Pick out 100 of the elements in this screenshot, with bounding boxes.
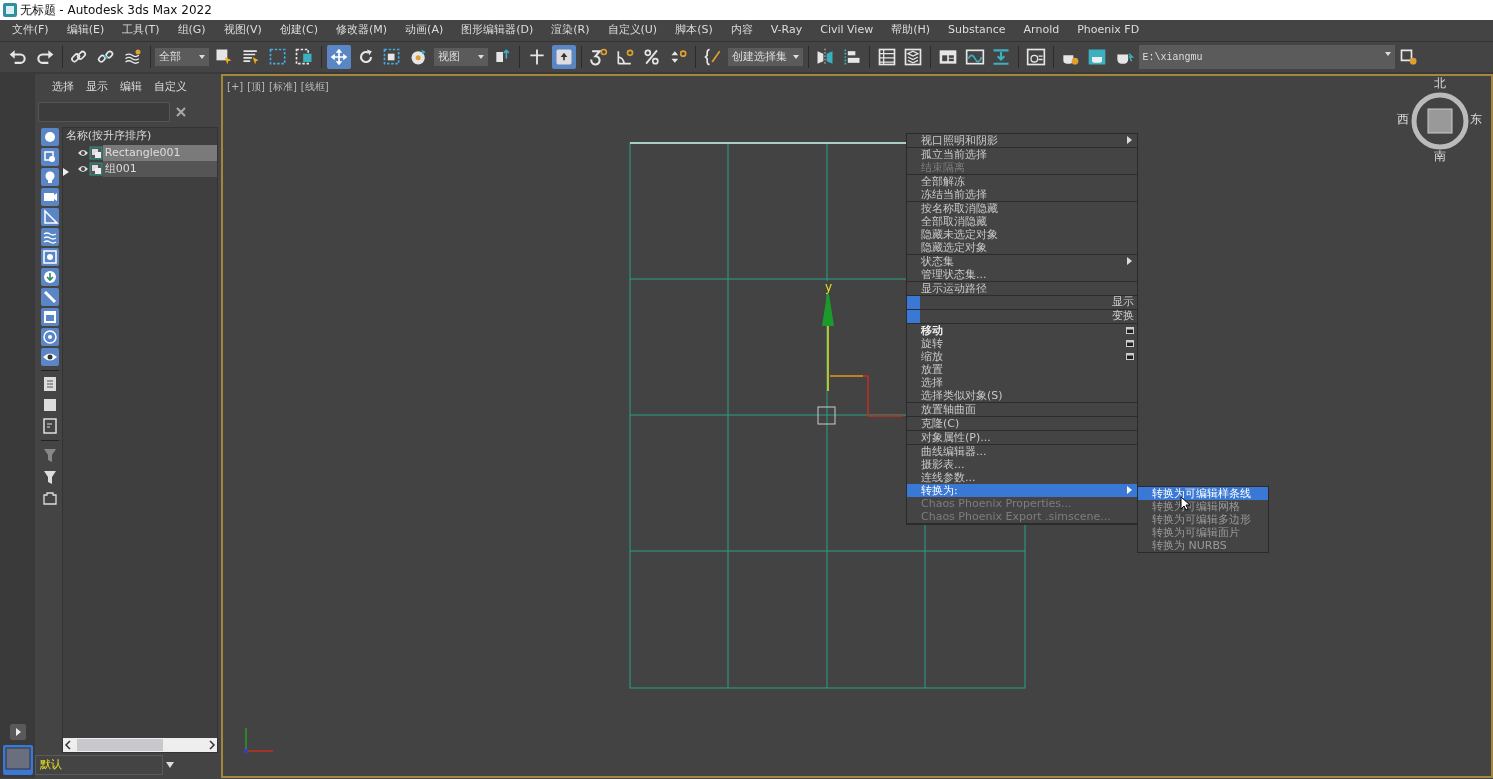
document-icon[interactable] (42, 376, 57, 393)
explorer-tab[interactable]: 选择 (46, 78, 80, 96)
column-header[interactable]: 名称(按升序排序) (62, 127, 218, 145)
shapes-icon[interactable] (40, 147, 59, 166)
layer-thumbnail[interactable] (2, 745, 33, 776)
menu-item[interactable]: 冻结当前选择 (907, 188, 1137, 201)
bulb-icon[interactable] (40, 167, 59, 186)
play-button[interactable] (9, 723, 26, 740)
menu-item[interactable]: 转换为 NURBS (1138, 539, 1268, 552)
window-icon[interactable] (40, 307, 59, 326)
menu-item[interactable]: 转换为可编辑样条线 (1138, 487, 1268, 500)
move-icon[interactable] (326, 45, 351, 69)
viewport-label[interactable]: [顶] (245, 79, 267, 94)
snowflake-icon[interactable] (40, 327, 59, 346)
menu-item[interactable]: 内容 (721, 22, 762, 39)
scroll-left-icon[interactable] (62, 739, 73, 750)
explorer-tab[interactable]: 编辑 (114, 78, 148, 96)
viewport-label[interactable]: [标准] (267, 79, 299, 94)
search-field[interactable] (37, 102, 170, 122)
menu-item[interactable]: 状态集 (907, 255, 1137, 268)
menu-item[interactable]: 曲线编辑器... (907, 445, 1137, 458)
menu-item[interactable]: 缩放 (907, 350, 1137, 363)
menu-item[interactable]: 创建(C) (270, 22, 327, 39)
dropdown[interactable]: 全部 (155, 48, 210, 66)
menu-item[interactable]: 工具(T) (113, 22, 169, 39)
scrollbar-thumb[interactable] (76, 738, 163, 751)
menu-item[interactable]: 修改器(M) (327, 22, 397, 39)
menu-item[interactable]: Civil View (811, 22, 883, 39)
caret-icon[interactable] (165, 762, 174, 769)
menu-item[interactable]: 移动 (907, 324, 1137, 337)
menu-item[interactable]: 隐藏选定对象 (907, 241, 1137, 254)
menu-item[interactable]: 管理状态集... (907, 268, 1137, 281)
brush-icon[interactable] (40, 287, 59, 306)
menu-item[interactable]: 克隆(C) (907, 417, 1137, 430)
scroll-right-icon[interactable] (207, 739, 218, 750)
object-icon (88, 161, 103, 176)
menu-item[interactable]: 文件(F) (2, 22, 58, 39)
menu-item[interactable]: 转换为可编辑多边形 (1138, 513, 1268, 526)
filter-icon[interactable] (42, 468, 57, 485)
menu-item[interactable]: 图形编辑器(D) (452, 22, 543, 39)
horizontal-scrollbar[interactable] (62, 737, 218, 752)
menu-item[interactable]: 组(G) (168, 22, 215, 39)
camera-icon[interactable] (40, 187, 59, 206)
menu-item[interactable]: 脚本(S) (666, 22, 722, 39)
expand-arrow-icon[interactable] (62, 167, 69, 176)
compass-label: 北 (1434, 77, 1446, 91)
option-box-icon[interactable] (1126, 353, 1134, 360)
menu-item[interactable]: 孤立当前选择 (907, 148, 1137, 161)
menu-item[interactable]: Arnold (1014, 22, 1069, 39)
menu-item[interactable]: 放置 (907, 363, 1137, 376)
menu-item[interactable]: Phoenix FD (1068, 22, 1149, 39)
menu-item[interactable]: V-Ray (761, 22, 812, 39)
menu-item[interactable]: 旋转 (907, 337, 1137, 350)
menu-item[interactable]: 编辑(E) (57, 22, 114, 39)
viewport-label[interactable]: [线框] (298, 79, 331, 94)
dropdown[interactable]: 创建选择集 (727, 48, 803, 66)
menu-item[interactable]: 视图(V) (214, 22, 271, 39)
eye-icon[interactable] (76, 147, 89, 158)
path-dropdown[interactable]: E:\xiangmu (1138, 45, 1395, 69)
view-cube[interactable] (1411, 92, 1469, 150)
menu-item[interactable]: 隐藏未选定对象 (907, 228, 1137, 241)
close-icon[interactable] (175, 106, 188, 118)
menu-section-header: 显示 (1112, 294, 1134, 310)
tree-row[interactable]: Rectangle001 (102, 144, 218, 161)
container-icon[interactable] (42, 490, 57, 505)
menu-item[interactable]: 动画(A) (396, 22, 453, 39)
explorer-tab[interactable]: 显示 (80, 78, 114, 96)
option-box-icon[interactable] (1126, 327, 1134, 334)
menu-item[interactable]: 自定义(U) (598, 22, 667, 39)
explorer-tab[interactable]: 自定义 (148, 78, 193, 96)
layer-dropdown[interactable]: 默认 (35, 755, 163, 776)
menu-item[interactable]: 全部解冻 (907, 175, 1137, 188)
keyboard-override-icon[interactable] (551, 45, 576, 69)
image-icon[interactable] (40, 247, 59, 266)
download-icon[interactable] (40, 267, 59, 286)
ruler-icon[interactable] (40, 207, 59, 226)
menu-item[interactable]: 转换为可编辑面片 (1138, 526, 1268, 539)
menu-item[interactable]: 选择 (907, 376, 1137, 389)
compass-label: 西 (1397, 113, 1409, 127)
option-box-icon[interactable] (1126, 340, 1134, 347)
menu-item[interactable]: 渲染(R) (542, 22, 599, 39)
menu-item[interactable]: 显示运动路径 (907, 282, 1137, 295)
menu-item[interactable]: 转换为: (907, 484, 1137, 497)
menu-item[interactable]: 放置轴曲面 (907, 403, 1137, 416)
menu-item[interactable]: 摄影表... (907, 458, 1137, 471)
menu-item[interactable]: 按名称取消隐藏 (907, 202, 1137, 215)
menu-item[interactable]: 选择类似对象(S) (907, 389, 1137, 402)
menu-item[interactable]: 全部取消隐藏 (907, 215, 1137, 228)
document-icon[interactable] (42, 418, 57, 435)
menu-item[interactable]: Substance (939, 22, 1015, 39)
dropdown[interactable]: 视图 (433, 48, 488, 66)
menu-item[interactable]: 对象属性(P)... (907, 431, 1137, 444)
wave-icon[interactable] (40, 227, 59, 246)
eye-icon[interactable] (40, 347, 59, 366)
menu-item[interactable]: 连线参数... (907, 471, 1137, 484)
square-icon[interactable] (42, 398, 57, 413)
menu-item[interactable]: 视口照明和阴影 (907, 134, 1137, 147)
viewport-label[interactable]: [+] (225, 79, 246, 94)
menu-item[interactable]: 帮助(H) (882, 22, 940, 39)
eye-icon[interactable] (76, 163, 89, 174)
